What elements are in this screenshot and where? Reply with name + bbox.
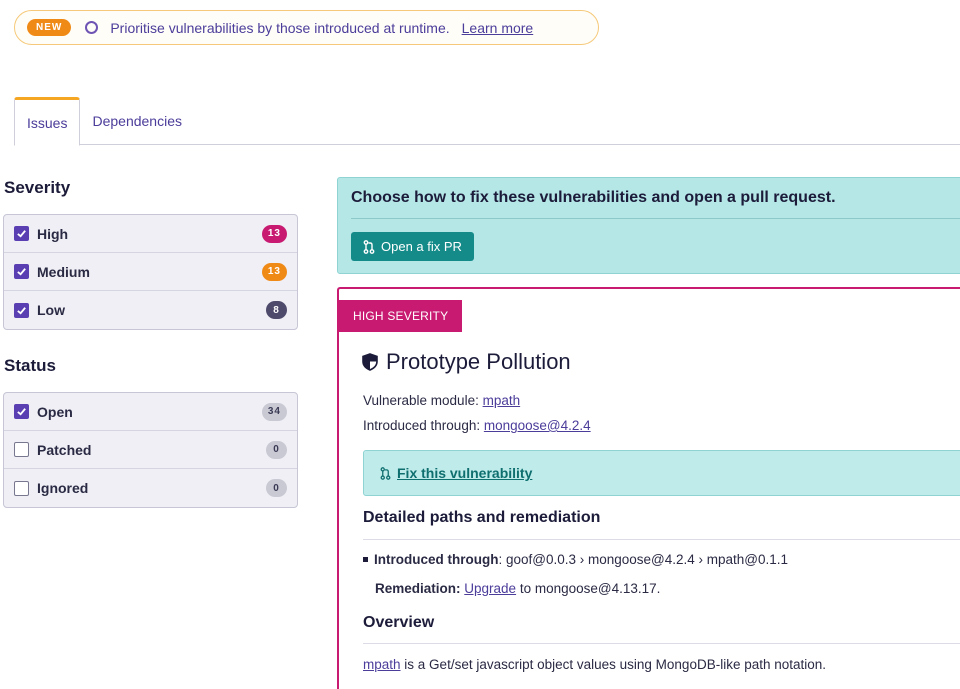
issue-title: Prototype Pollution: [386, 349, 571, 374]
introduced-through: Introduced through: mongoose@4.2.4: [363, 418, 591, 433]
check-icon: [17, 408, 26, 416]
path-value: : goof@0.0.3 › mongoose@4.2.4 › mpath@0.…: [498, 552, 789, 567]
fix-link-label: Fix this vulnerability: [397, 465, 533, 481]
introduced-label: Introduced through:: [363, 418, 481, 433]
severity-filter: High 13 Medium 13 Low 8: [3, 214, 298, 330]
fix-vulnerability-box: Fix this vulnerability: [363, 450, 960, 496]
filter-ignored[interactable]: Ignored 0: [4, 469, 297, 507]
severity-badge: HIGH SEVERITY: [339, 300, 463, 332]
module-link[interactable]: mpath: [483, 393, 521, 408]
fix-panel: Choose how to fix these vulnerabilities …: [337, 177, 960, 274]
ring-icon: [85, 21, 99, 34]
fix-vulnerability-link[interactable]: Fix this vulnerability: [380, 465, 532, 481]
medium-checkbox[interactable]: [14, 264, 29, 279]
filter-medium[interactable]: Medium 13: [4, 253, 297, 291]
filter-label: Ignored: [37, 480, 89, 496]
status-title: Status: [4, 356, 56, 375]
remediation-label: Remediation:: [375, 581, 461, 596]
overview-text-line: mpath is a Get/set javascript object val…: [363, 657, 826, 672]
low-checkbox[interactable]: [14, 302, 29, 318]
open-checkbox[interactable]: [14, 404, 29, 419]
count-badge: 0: [266, 479, 287, 497]
path-item: Introduced through : goof@0.0.3 › mongoo…: [363, 552, 788, 567]
overview-text: is a Get/set javascript object values us…: [404, 657, 827, 672]
overview-link[interactable]: mpath: [363, 657, 401, 672]
count-badge: 34: [261, 402, 287, 421]
issue-card: HIGH SEVERITY Prototype Pollution Vulner…: [337, 287, 960, 689]
overview-heading: Overview: [363, 614, 435, 631]
filter-label: Patched: [37, 441, 92, 458]
patched-checkbox[interactable]: [14, 442, 29, 457]
filter-open[interactable]: Open 34: [4, 393, 297, 431]
paths-heading: Detailed paths and remediation: [363, 509, 601, 526]
open-fix-pr-label: Open a fix PR: [381, 239, 462, 254]
filter-patched[interactable]: Patched 0: [4, 431, 297, 469]
shield-icon: [362, 353, 378, 371]
bullet: [363, 557, 368, 562]
banner-text: Prioritise vulnerabilities by those intr…: [110, 19, 450, 36]
check-icon: [17, 230, 26, 238]
count-badge: 13: [261, 224, 287, 243]
count-badge: 0: [266, 440, 287, 459]
remediation-text: to mongoose@4.13.17.: [519, 581, 661, 596]
severity-title: Severity: [4, 178, 71, 197]
high-checkbox[interactable]: [14, 226, 29, 241]
filter-label: Medium: [37, 263, 90, 280]
announcement-banner: NEW Prioritise vulnerabilities by those …: [14, 10, 599, 45]
tab-dependencies[interactable]: Dependencies: [80, 97, 194, 145]
tab-bar: Issues Dependencies: [14, 97, 960, 146]
count-badge: 13: [261, 262, 287, 281]
tab-issues[interactable]: Issues: [14, 97, 81, 146]
filter-label: Low: [37, 302, 65, 318]
divider: [351, 218, 960, 219]
divider: [363, 643, 960, 644]
count-badge: 8: [266, 301, 287, 319]
pull-request-icon: [380, 466, 391, 480]
issue-title-row: Prototype Pollution: [362, 349, 571, 375]
pull-request-icon: [363, 239, 375, 254]
new-badge: NEW: [27, 19, 72, 36]
status-filter: Open 34 Patched 0 Ignored 0: [3, 392, 298, 508]
upgrade-link[interactable]: Upgrade: [464, 581, 516, 596]
filter-label: Open: [37, 403, 73, 420]
filter-low[interactable]: Low 8: [4, 291, 297, 329]
vulnerable-module: Vulnerable module: mpath: [363, 393, 520, 408]
check-icon: [17, 268, 26, 276]
remediation-line: Remediation: Upgrade to mongoose@4.13.17…: [375, 581, 660, 596]
fix-panel-title: Choose how to fix these vulnerabilities …: [351, 189, 836, 206]
introduced-link[interactable]: mongoose@4.2.4: [484, 418, 591, 433]
filter-high[interactable]: High 13: [4, 215, 297, 253]
check-icon: [17, 306, 26, 315]
filter-label: High: [37, 225, 69, 242]
ignored-checkbox[interactable]: [14, 480, 29, 496]
path-label: Introduced through: [374, 552, 499, 567]
learn-more-link[interactable]: Learn more: [462, 20, 534, 36]
open-fix-pr-button[interactable]: Open a fix PR: [351, 232, 474, 261]
divider: [363, 539, 960, 540]
module-label: Vulnerable module:: [363, 393, 479, 408]
